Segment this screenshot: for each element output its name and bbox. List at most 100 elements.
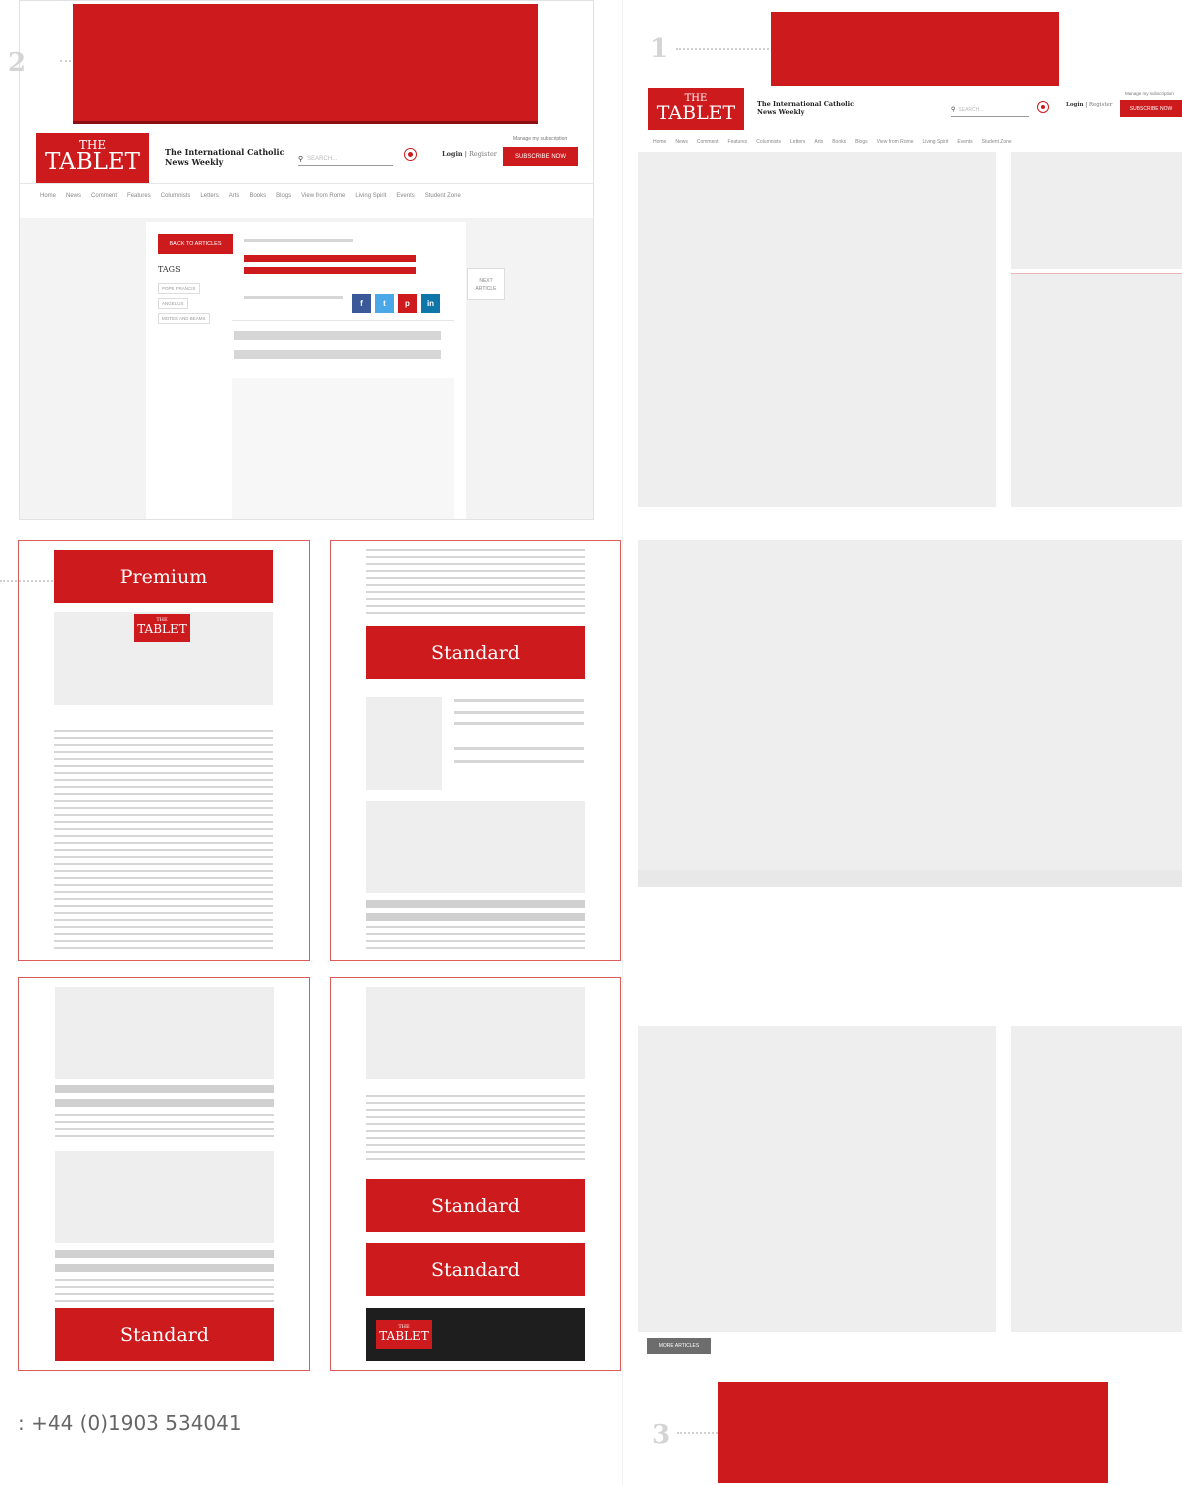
twitter-icon[interactable]: t: [375, 294, 394, 313]
nav-small-arts[interactable]: Arts: [814, 139, 823, 145]
standard-2-bar-3: [55, 1250, 274, 1258]
standard-banner-2[interactable]: Standard: [55, 1308, 274, 1361]
nav-small-view-from-rome[interactable]: View from Rome: [877, 139, 914, 145]
nav-news[interactable]: News: [66, 193, 81, 199]
tags-heading: TAGS: [158, 265, 181, 274]
login-register-small[interactable]: Login | Register: [1066, 102, 1112, 108]
marker-two: 2: [8, 48, 27, 78]
nav-arts[interactable]: Arts: [229, 193, 240, 199]
manage-subscription-link[interactable]: Manage my subscription: [513, 136, 567, 142]
nav-small-features[interactable]: Features: [728, 139, 748, 145]
premium-mini-logo: THE TABLET: [134, 614, 190, 642]
logo-tablet: TABLET: [45, 149, 140, 175]
next-article-line-2: ARTICLE: [475, 285, 497, 292]
standard-1-thumb: [366, 697, 442, 790]
dark-banner-logo: THE TABLET: [376, 1320, 432, 1349]
standard-1-thumb-line-4: [454, 747, 584, 750]
register-link-small[interactable]: Register: [1089, 102, 1113, 108]
home-lower-block-right: [1011, 1026, 1182, 1332]
nav-home[interactable]: Home: [40, 193, 56, 199]
article-headline-line-2: [244, 267, 416, 274]
search-placeholder-small: SEARCH...: [958, 106, 984, 113]
nav-small-books[interactable]: Books: [832, 139, 846, 145]
column-divider: [622, 0, 623, 1485]
nav-small-columnists[interactable]: Columnists: [756, 139, 781, 145]
tag-pope-francis[interactable]: POPE FRANCIS: [158, 283, 200, 294]
standard-2-bar-1: [55, 1085, 274, 1093]
login-link-small[interactable]: Login: [1066, 102, 1083, 108]
standard-1-image: [366, 801, 585, 893]
premium-banner[interactable]: Premium: [54, 550, 273, 603]
standard-2-image-1: [55, 987, 274, 1079]
standard-banner-3[interactable]: Standard: [366, 1179, 585, 1232]
pinterest-icon[interactable]: p: [398, 294, 417, 313]
login-register[interactable]: Login | Register: [442, 150, 497, 158]
logo[interactable]: THE TABLET: [36, 133, 149, 183]
nav-features[interactable]: Features: [127, 193, 151, 199]
nav-small-living-spirit[interactable]: Living Spirit: [923, 139, 949, 145]
article-content-placeholder: [232, 378, 454, 519]
standard-1-bar-1: [366, 900, 585, 908]
home-feature-block: [638, 152, 996, 507]
main-nav: Home News Comment Features Columnists Le…: [40, 193, 461, 199]
standard-3-lines: [366, 1095, 585, 1165]
subscribe-button-small[interactable]: SUBSCRIBE NOW: [1120, 100, 1182, 117]
standard-banner-4[interactable]: Standard: [366, 1243, 585, 1296]
standard-2-bar-2: [55, 1099, 274, 1107]
main-nav-small: Home News Comment Features Columnists Le…: [653, 139, 1012, 145]
home-side-block-bottom: [1011, 273, 1182, 507]
nav-small-letters[interactable]: Letters: [790, 139, 805, 145]
user-icon[interactable]: [404, 148, 417, 161]
standard-1-bottom-lines: [366, 926, 585, 952]
user-icon-small[interactable]: [1037, 101, 1049, 113]
nav-small-comment[interactable]: Comment: [697, 139, 719, 145]
tagline-small: The International Catholic News Weekly: [757, 100, 854, 117]
nav-small-news[interactable]: News: [675, 139, 688, 145]
search-input[interactable]: ⚲ SEARCH...: [298, 152, 393, 166]
facebook-icon[interactable]: f: [352, 294, 371, 313]
tagline-small-line-2: News Weekly: [757, 107, 805, 116]
standard-1-thumb-line-5: [454, 760, 584, 763]
article-byline-line: [244, 296, 343, 299]
dark-banner-logo-tablet: TABLET: [379, 1329, 429, 1343]
tag-angelus[interactable]: ANGELUS: [158, 298, 188, 309]
standard-3-image: [366, 987, 585, 1079]
nav-books[interactable]: Books: [249, 193, 266, 199]
header-divider: [19, 183, 594, 184]
nav-columnists[interactable]: Columnists: [161, 193, 191, 199]
manage-subscription-link-small[interactable]: Manage my subscription: [1125, 91, 1182, 96]
next-article-button[interactable]: NEXT ARTICLE: [467, 268, 505, 300]
search-input-small[interactable]: ⚲ SEARCH...: [951, 103, 1029, 117]
tag-motes-and-beams[interactable]: MOTES AND BEAMS: [158, 313, 210, 324]
nav-letters[interactable]: Letters: [200, 193, 218, 199]
nav-small-home[interactable]: Home: [653, 139, 666, 145]
more-articles-button[interactable]: MORE ARTICLES: [647, 1338, 711, 1354]
standard-banner-1[interactable]: Standard: [366, 626, 585, 679]
nav-comment[interactable]: Comment: [91, 193, 117, 199]
nav-small-events[interactable]: Events: [957, 139, 972, 145]
logo-small[interactable]: THE TABLET: [648, 88, 744, 130]
nav-living-spirit[interactable]: Living Spirit: [355, 193, 386, 199]
home-side-block-top: [1011, 152, 1182, 269]
nav-student-zone[interactable]: Student Zone: [425, 193, 461, 199]
nav-small-student-zone[interactable]: Student Zone: [982, 139, 1012, 145]
nav-view-from-rome[interactable]: View from Rome: [301, 193, 345, 199]
register-link[interactable]: Register: [469, 150, 497, 158]
tagline: The International Catholic News Weekly: [165, 147, 284, 167]
article-divider: [232, 320, 454, 321]
standard-1-bar-2: [366, 913, 585, 921]
standard-2-lines-1: [55, 1114, 274, 1138]
marker-one: 1: [650, 34, 669, 64]
article-kicker-line: [244, 239, 353, 242]
linkedin-icon[interactable]: in: [421, 294, 440, 313]
next-article-line-1: NEXT: [479, 278, 493, 284]
article-paragraph-line-1: [234, 331, 441, 340]
nav-events[interactable]: Events: [396, 193, 414, 199]
nav-small-blogs[interactable]: Blogs: [855, 139, 868, 145]
nav-blogs[interactable]: Blogs: [276, 193, 291, 199]
subscribe-button[interactable]: SUBSCRIBE NOW: [503, 147, 578, 166]
standard-1-thumb-line-2: [454, 711, 584, 714]
standard-2-image-2: [55, 1151, 274, 1243]
login-link[interactable]: Login: [442, 150, 463, 158]
back-to-articles-button[interactable]: BACK TO ARTICLES: [158, 234, 233, 254]
